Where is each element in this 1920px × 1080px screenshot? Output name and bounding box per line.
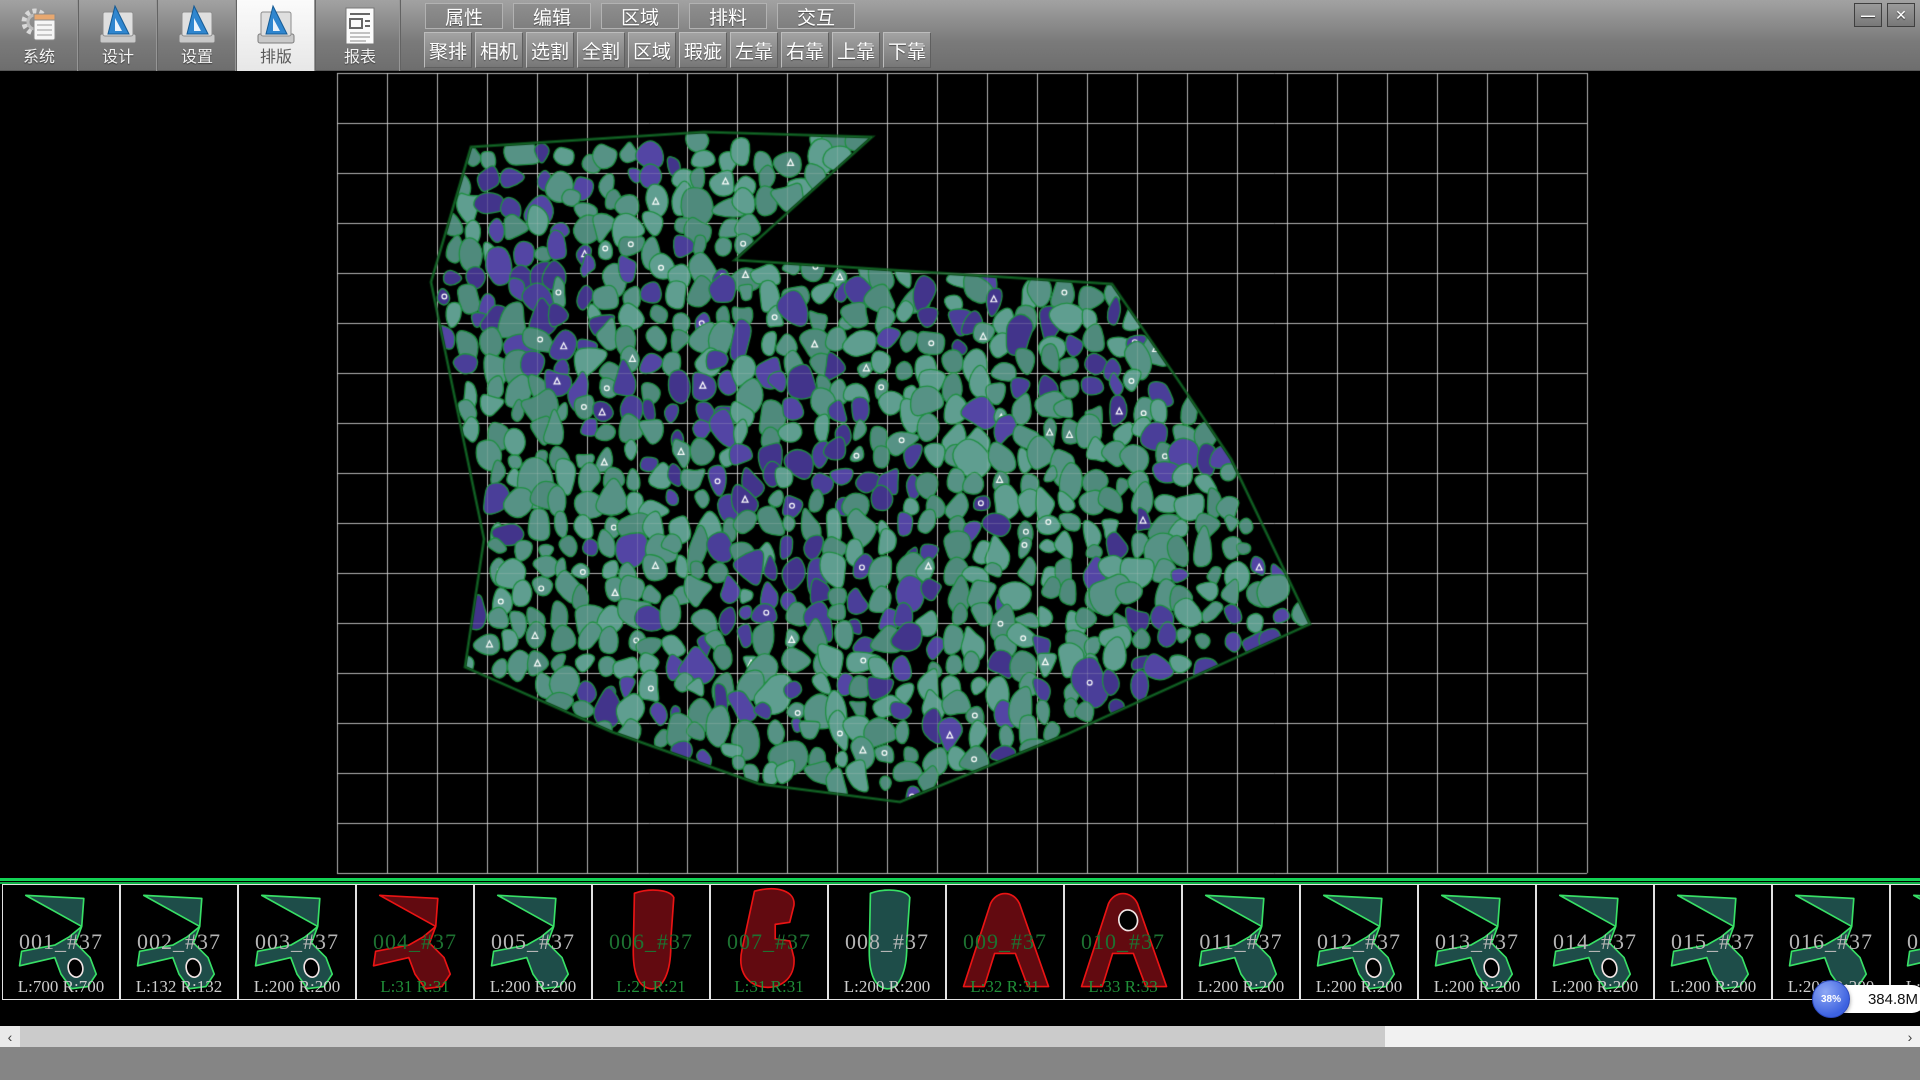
menu-item-5[interactable]: 交互 [777, 3, 855, 29]
minimize-button[interactable]: — [1854, 3, 1882, 27]
toolbar-button-1[interactable]: 系统 [0, 0, 79, 71]
piece-lr-count: L:200 R:200 [475, 977, 591, 997]
action-button-9[interactable]: 上靠 [832, 32, 880, 68]
piece-name: 001_#37 [3, 929, 119, 955]
piece-name: 016_#37 [1773, 929, 1889, 955]
action-button-4[interactable]: 全割 [577, 32, 625, 68]
system-gear-icon [17, 3, 61, 49]
menu-item-2[interactable]: 编辑 [513, 3, 591, 29]
toolbar-button-4[interactable]: 排版 [237, 0, 316, 71]
piece-name: 012_#37 [1301, 929, 1417, 955]
piece-name: 007_#37 [711, 929, 827, 955]
piece-name: 014_#37 [1537, 929, 1653, 955]
thumbnail-tile-5[interactable]: 005_#37 L:200 R:200 [474, 884, 592, 1000]
top-toolbar: 系统设计设置排版报表 属性编辑区域排料交互 聚排相机选割全割区域瑕疵左靠右靠上靠… [0, 0, 1920, 71]
piece-name: 015_#37 [1655, 929, 1771, 955]
piece-name: 010_#37 [1065, 929, 1181, 955]
memory-percent: 38% [1821, 994, 1841, 1005]
memory-value: 384.8M [1868, 991, 1918, 1008]
close-button[interactable]: ✕ [1887, 3, 1915, 27]
nesting-viewport-canvas[interactable] [0, 71, 1920, 878]
toolbar-button-label: 设计 [102, 49, 134, 67]
main-toolbar-buttons: 系统 设计 设置 排版 报表 [0, 0, 401, 71]
piece-name: 013_#37 [1419, 929, 1535, 955]
piece-lr-count: L:31 R:31 [357, 977, 473, 997]
scrollbar-thumb[interactable] [20, 1026, 1385, 1047]
action-button-7[interactable]: 左靠 [730, 32, 778, 68]
piece-lr-count: L:700 R:700 [3, 977, 119, 997]
piece-lr-count: L:200 R:200 [1655, 977, 1771, 997]
action-button-2[interactable]: 相机 [475, 32, 523, 68]
piece-lr-count: L:200 R:200 [1183, 977, 1299, 997]
thumbnail-tile-17[interactable]: 017_#37L:200 R:200 [1890, 884, 1920, 1000]
strip-top-line [0, 878, 1920, 881]
scroll-right-arrow-icon[interactable]: › [1900, 1026, 1920, 1047]
toolbar-button-label: 设置 [181, 49, 213, 67]
action-button-10[interactable]: 下靠 [883, 32, 931, 68]
piece-lr-count: L:200 R:200 [1419, 977, 1535, 997]
menu-row-1: 属性编辑区域排料交互 [425, 3, 865, 29]
thumbnail-tiles: 001_#37L:700 R:700002_#37L:132 R:132003_… [2, 884, 1920, 1000]
piece-lr-count: L:200 R:200 [239, 977, 355, 997]
action-button-6[interactable]: 瑕疵 [679, 32, 727, 68]
piece-lr-count: L:200 R:200 [1537, 977, 1653, 997]
piece-lr-count: L:32 R:31 [947, 977, 1063, 997]
menu-item-4[interactable]: 排料 [689, 3, 767, 29]
memory-percent-circle: 38% [1812, 980, 1850, 1018]
action-button-3[interactable]: 选割 [526, 32, 574, 68]
thumbnail-tile-12[interactable]: 012_#37 L:200 R:200 [1300, 884, 1418, 1000]
menu-item-1[interactable]: 属性 [425, 3, 503, 29]
scroll-left-arrow-icon[interactable]: ‹ [0, 1026, 20, 1047]
action-button-1[interactable]: 聚排 [424, 32, 472, 68]
thumbnail-tile-2[interactable]: 002_#37 L:132 R:132 [120, 884, 238, 1000]
piece-name: 011_#37 [1183, 929, 1299, 955]
action-button-8[interactable]: 右靠 [781, 32, 829, 68]
piece-name: 003_#37 [239, 929, 355, 955]
toolbar-button-2[interactable]: 设计 [79, 0, 158, 71]
status-bar [0, 1047, 1920, 1080]
toolbar-button-label: 系统 [23, 49, 55, 67]
piece-lr-count: L:31 R:31 [711, 977, 827, 997]
thumbnail-tile-7[interactable]: 007_#37 L:31 R:31 [710, 884, 828, 1000]
piece-name: 002_#37 [121, 929, 237, 955]
piece-name: 005_#37 [475, 929, 591, 955]
piece-lr-count: L:21 R:21 [593, 977, 709, 997]
piece-name: 006_#37 [593, 929, 709, 955]
thumbnail-tile-9[interactable]: 009_#37 L:32 R:31 [946, 884, 1064, 1000]
piece-lr-count: L:200 R:200 [829, 977, 945, 997]
action-button-5[interactable]: 区域 [628, 32, 676, 68]
report-doc-icon [338, 3, 382, 49]
thumbnail-tile-4[interactable]: 004_#37 L:31 R:31 [356, 884, 474, 1000]
toolbar-button-5[interactable]: 报表 [320, 0, 401, 71]
thumbnail-tile-3[interactable]: 003_#37 L:200 R:200 [238, 884, 356, 1000]
horizontal-scrollbar[interactable]: ‹ › [0, 1026, 1920, 1047]
thumbnail-tile-11[interactable]: 011_#37 L:200 R:200 [1182, 884, 1300, 1000]
toolbar-button-label: 报表 [344, 49, 376, 67]
piece-name: 017_#37 [1891, 929, 1920, 955]
thumbnail-tile-14[interactable]: 014_#37 L:200 R:200 [1536, 884, 1654, 1000]
design-ruler-icon [96, 3, 140, 49]
settings-ruler-icon [175, 3, 219, 49]
thumbnail-tile-8[interactable]: 008_#37 L:200 R:200 [828, 884, 946, 1000]
thumbnail-tile-6[interactable]: 006_#37 L:21 R:21 [592, 884, 710, 1000]
thumbnail-tile-15[interactable]: 015_#37 L:200 R:200 [1654, 884, 1772, 1000]
menu-item-3[interactable]: 区域 [601, 3, 679, 29]
piece-lr-count: L:33 R:33 [1065, 977, 1181, 997]
thumbnail-tile-1[interactable]: 001_#37 L:700 R:700 [2, 884, 120, 1000]
piece-name: 008_#37 [829, 929, 945, 955]
thumbnail-strip: 001_#37L:700 R:700002_#37L:132 R:132003_… [0, 878, 1920, 1026]
window-controls: — ✕ [1854, 3, 1915, 27]
piece-lr-count: L:200 R:200 [1301, 977, 1417, 997]
piece-lr-count: L:132 R:132 [121, 977, 237, 997]
toolbar-button-3[interactable]: 设置 [158, 0, 237, 71]
thumbnail-tile-13[interactable]: 013_#37 L:200 R:200 [1418, 884, 1536, 1000]
thumbnail-tile-10[interactable]: 010_#37 L:33 R:33 [1064, 884, 1182, 1000]
menu-row-2: 聚排相机选割全割区域瑕疵左靠右靠上靠下靠 [424, 32, 934, 68]
piece-name: 009_#37 [947, 929, 1063, 955]
toolbar-button-label: 排版 [260, 49, 292, 67]
nesting-ruler-icon [254, 3, 298, 49]
piece-name: 004_#37 [357, 929, 473, 955]
